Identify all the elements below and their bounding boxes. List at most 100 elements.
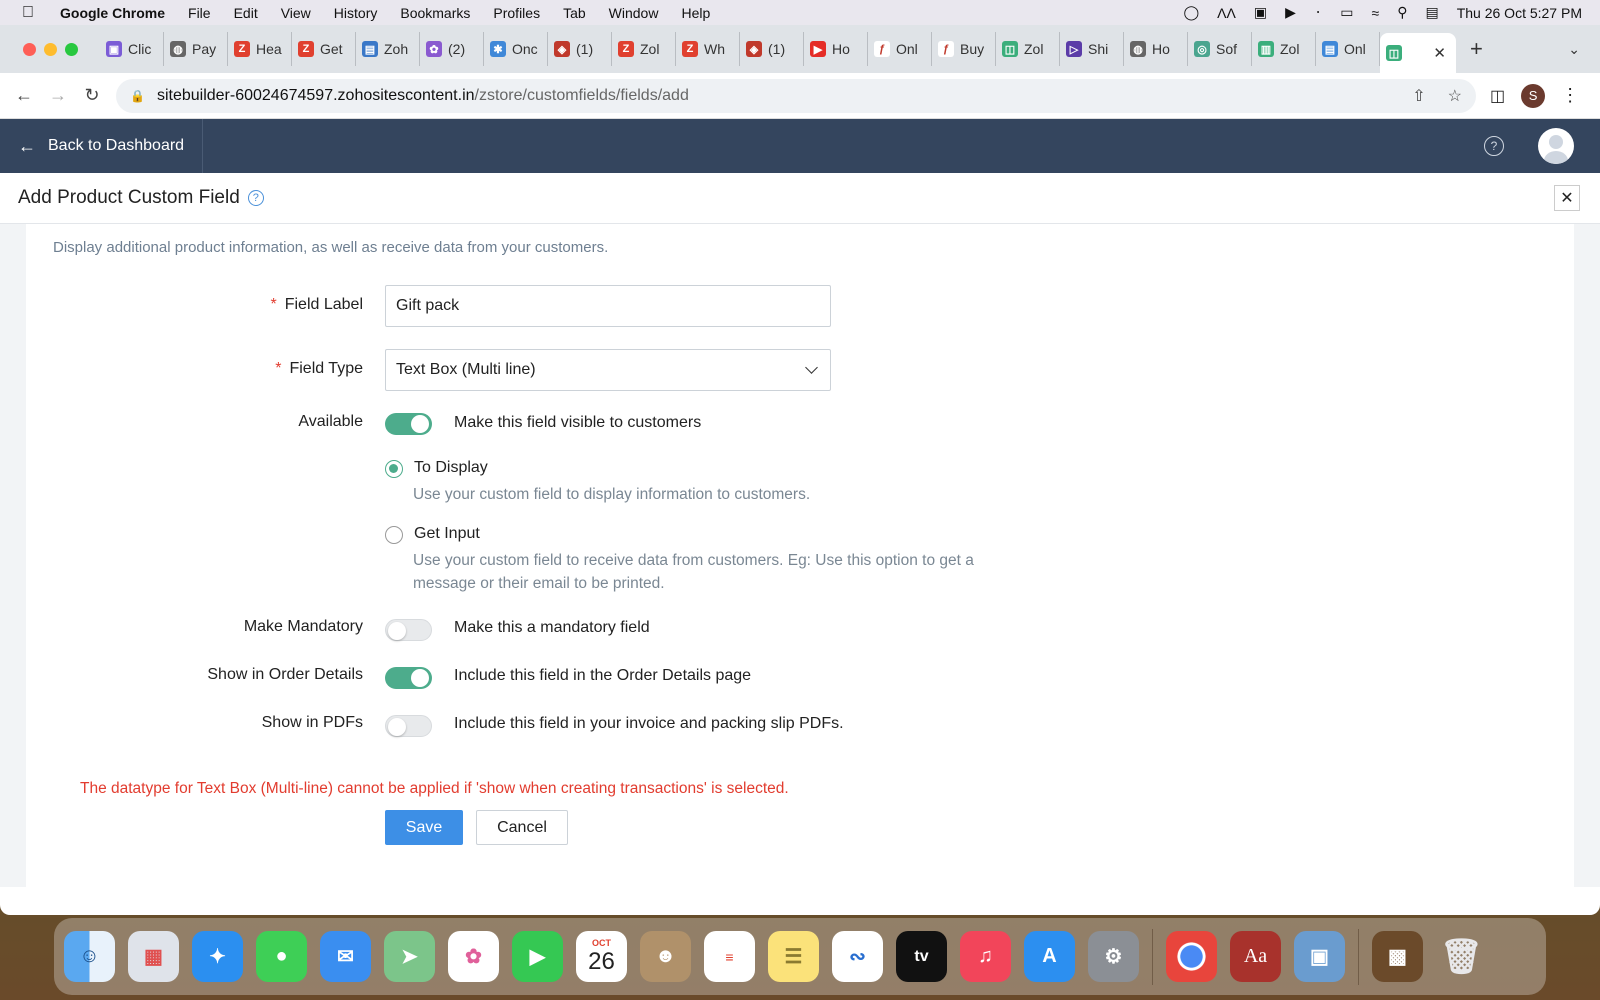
messages-icon[interactable]: ● bbox=[256, 931, 307, 982]
tab-6[interactable]: ✱ Onc bbox=[484, 32, 548, 66]
calendar-icon[interactable]: OCT 26 bbox=[576, 931, 627, 982]
creative-cloud-icon[interactable]: ◯ bbox=[1183, 4, 1199, 21]
apple-icon[interactable]:  bbox=[22, 4, 40, 22]
battery-icon[interactable]: ▭ bbox=[1340, 4, 1353, 21]
control-center-icon[interactable]: ▤ bbox=[1425, 4, 1438, 21]
menu-tab[interactable]: Tab bbox=[563, 5, 586, 21]
cancel-button[interactable]: Cancel bbox=[476, 810, 568, 845]
new-tab-button[interactable]: + bbox=[1470, 36, 1483, 62]
maps-app-icon[interactable]: ΛΛ bbox=[1217, 5, 1236, 21]
share-icon[interactable]: ⇧ bbox=[1412, 86, 1425, 106]
available-toggle[interactable] bbox=[385, 413, 432, 435]
tab-search-chevron-icon[interactable]: ⌄ bbox=[1568, 41, 1580, 58]
tab-active[interactable]: ◫ ✕ bbox=[1380, 33, 1456, 73]
menu-view[interactable]: View bbox=[281, 5, 311, 21]
notes-icon[interactable]: ☰ bbox=[768, 931, 819, 982]
menu-help[interactable]: Help bbox=[681, 5, 710, 21]
omnibox[interactable]: 🔒 sitebuilder-60024674597.zohositesconte… bbox=[116, 78, 1476, 113]
tab-favicon-icon: ◍ bbox=[1130, 41, 1146, 57]
pdfs-toggle[interactable] bbox=[385, 715, 432, 737]
mandatory-label: Make Mandatory bbox=[243, 618, 363, 635]
tab-5[interactable]: ✿ (2) bbox=[420, 32, 484, 66]
lock-icon[interactable]: 🔒 bbox=[130, 89, 145, 103]
save-button[interactable]: Save bbox=[385, 810, 463, 845]
tab-19[interactable]: ▤ Onl bbox=[1316, 32, 1380, 66]
wifi-icon[interactable]: ≈ bbox=[1372, 5, 1380, 21]
bookmark-star-icon[interactable]: ☆ bbox=[1448, 86, 1462, 106]
order-details-toggle[interactable] bbox=[385, 667, 432, 689]
to-display-radio[interactable] bbox=[385, 460, 403, 478]
back-arrow-icon[interactable]: ← bbox=[14, 85, 34, 106]
tab-17[interactable]: ◎ Sof bbox=[1188, 32, 1252, 66]
get-input-label[interactable]: Get Input bbox=[414, 525, 480, 543]
field-type-select[interactable]: Text Box (Multi line) bbox=[385, 349, 831, 391]
tab-4[interactable]: ▤ Zoh bbox=[356, 32, 420, 66]
facetime-icon[interactable]: ▶ bbox=[512, 931, 563, 982]
launchpad-icon[interactable]: ▦ bbox=[128, 931, 179, 982]
chrome-icon[interactable] bbox=[1166, 931, 1217, 982]
bluetooth-icon[interactable]: ᛫ bbox=[1314, 5, 1322, 21]
tab-2[interactable]: Z Hea bbox=[228, 32, 292, 66]
profile-avatar[interactable]: S bbox=[1521, 83, 1546, 108]
to-display-label[interactable]: To Display bbox=[414, 459, 488, 477]
tab-16[interactable]: ◍ Ho bbox=[1124, 32, 1188, 66]
mail-icon[interactable]: ✉ bbox=[320, 931, 371, 982]
tab-0[interactable]: ▣ Clic bbox=[100, 32, 164, 66]
menubar-clock[interactable]: Thu 26 Oct 5:27 PM bbox=[1457, 5, 1582, 21]
tab-11[interactable]: ▶ Ho bbox=[804, 32, 868, 66]
tab-14[interactable]: ◫ Zol bbox=[996, 32, 1060, 66]
close-panel-button[interactable]: ✕ bbox=[1554, 185, 1580, 211]
tab-3[interactable]: Z Get bbox=[292, 32, 356, 66]
freeform-icon[interactable]: ∾ bbox=[832, 931, 883, 982]
side-panel-icon[interactable]: ◫ bbox=[1490, 86, 1505, 106]
system-settings-icon[interactable]: ⚙ bbox=[1088, 931, 1139, 982]
package-icon[interactable]: ▣ bbox=[1254, 4, 1267, 21]
tab-1[interactable]: ◍ Pay bbox=[164, 32, 228, 66]
forward-arrow-icon[interactable]: → bbox=[48, 85, 68, 106]
tab-10[interactable]: ◈ (1) bbox=[740, 32, 804, 66]
zoom-window-button[interactable] bbox=[65, 42, 78, 56]
tab-12[interactable]: ƒ Onl bbox=[868, 32, 932, 66]
tab-8[interactable]: Z Zol bbox=[612, 32, 676, 66]
contacts-icon[interactable]: ☻ bbox=[640, 931, 691, 982]
tab-7[interactable]: ◈ (1) bbox=[548, 32, 612, 66]
menu-history[interactable]: History bbox=[334, 5, 378, 21]
field-label-text: Field Label bbox=[284, 296, 363, 313]
play-circle-icon[interactable]: ▶ bbox=[1285, 4, 1296, 21]
back-to-dashboard-link[interactable]: ← Back to Dashboard bbox=[0, 119, 204, 173]
question-mark-icon[interactable]: ? bbox=[247, 190, 264, 206]
reload-icon[interactable]: ↻ bbox=[82, 85, 102, 106]
menu-file[interactable]: File bbox=[188, 5, 211, 21]
menu-profiles[interactable]: Profiles bbox=[493, 5, 540, 21]
close-window-button[interactable] bbox=[23, 42, 36, 56]
menu-window[interactable]: Window bbox=[609, 5, 659, 21]
maps-icon[interactable]: ➤ bbox=[384, 931, 435, 982]
dictionary-icon[interactable]: Aa bbox=[1230, 931, 1281, 982]
tab-15[interactable]: ▷ Shi bbox=[1060, 32, 1124, 66]
safari-icon[interactable]: ✦ bbox=[192, 931, 243, 982]
trash-icon[interactable]: 🗑 bbox=[1436, 931, 1487, 982]
tab-close-icon[interactable]: ✕ bbox=[1433, 44, 1446, 62]
apple-tv-icon[interactable]: tv bbox=[896, 931, 947, 982]
field-label-input[interactable]: Gift pack bbox=[385, 285, 831, 327]
menu-edit[interactable]: Edit bbox=[234, 5, 258, 21]
preview-icon[interactable]: ▣ bbox=[1294, 931, 1345, 982]
user-avatar[interactable] bbox=[1538, 128, 1574, 164]
photos-icon[interactable]: ✿ bbox=[448, 931, 499, 982]
menu-bookmarks[interactable]: Bookmarks bbox=[400, 5, 470, 21]
kebab-menu-icon[interactable]: ⋮ bbox=[1561, 85, 1579, 106]
tab-9[interactable]: Z Wh bbox=[676, 32, 740, 66]
tab-18[interactable]: ▥ Zol bbox=[1252, 32, 1316, 66]
spotlight-search-icon[interactable]: ⚲ bbox=[1397, 4, 1407, 21]
music-icon[interactable]: ♫ bbox=[960, 931, 1011, 982]
downloads-stack-icon[interactable]: ▩ bbox=[1372, 931, 1423, 982]
get-input-radio[interactable] bbox=[385, 526, 403, 544]
mandatory-toggle[interactable] bbox=[385, 619, 432, 641]
finder-icon[interactable]: ☺ bbox=[64, 931, 115, 982]
tab-13[interactable]: ƒ Buy bbox=[932, 32, 996, 66]
help-icon[interactable]: ? bbox=[1484, 136, 1504, 156]
app-store-icon[interactable]: A bbox=[1024, 931, 1075, 982]
menu-google-chrome[interactable]: Google Chrome bbox=[60, 5, 165, 21]
reminders-icon[interactable]: ≡ bbox=[704, 931, 755, 982]
minimize-window-button[interactable] bbox=[44, 42, 57, 56]
